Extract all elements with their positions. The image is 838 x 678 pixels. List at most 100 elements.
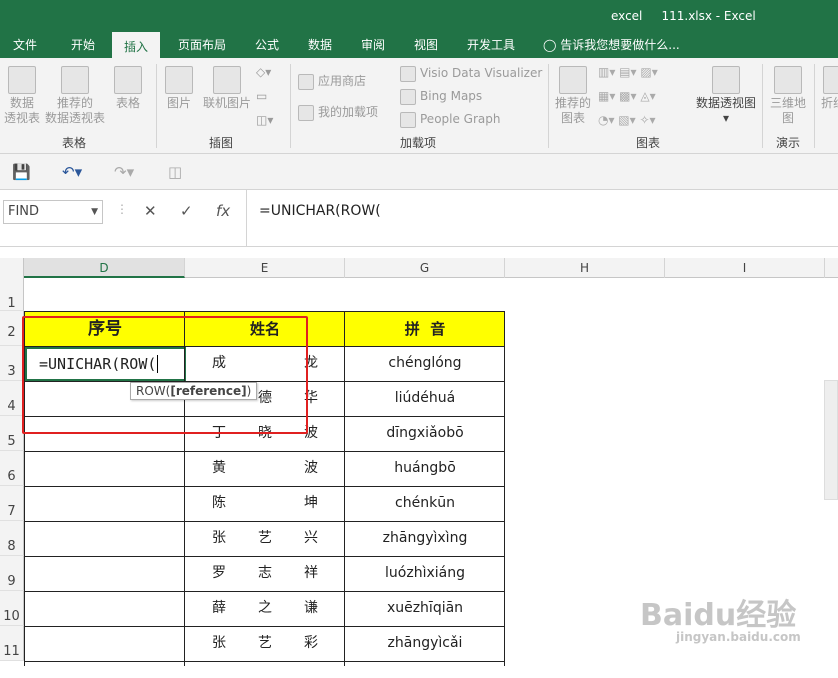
shapes-icon[interactable]: ◇▾ xyxy=(256,64,271,80)
row-header-8[interactable]: 8 xyxy=(0,521,24,556)
column-header-e[interactable]: E xyxy=(185,258,345,278)
row-header-3[interactable]: 3 xyxy=(0,346,24,381)
print-preview-icon[interactable]: ◫ xyxy=(168,162,182,182)
column-chart-icon[interactable]: ▥▾ ▤▾ ▨▾ xyxy=(598,64,658,80)
pinyin-cell[interactable]: huángbō xyxy=(345,451,505,486)
name-char-1[interactable]: 张 xyxy=(212,626,242,661)
screenshot-icon[interactable]: ◫▾ xyxy=(256,112,273,128)
insert-function-icon[interactable]: fx xyxy=(216,202,230,220)
online-picture-icon xyxy=(213,66,241,94)
cancel-icon[interactable]: ✕ xyxy=(144,202,157,220)
formula-input[interactable]: =UNICHAR(ROW( xyxy=(246,190,838,247)
name-box[interactable]: FIND ▼ xyxy=(3,200,103,224)
tab-data[interactable]: 数据 xyxy=(308,32,332,58)
name-char-1[interactable]: 陈 xyxy=(212,486,242,521)
redo-icon[interactable]: ↷▾ xyxy=(114,162,134,182)
name-char-1[interactable]: 黄 xyxy=(212,451,242,486)
recommended-pivot-button[interactable]: 推荐的 数据透视表 xyxy=(44,66,106,126)
pivot-chart-button[interactable]: 数据透视图 ▾ xyxy=(694,66,758,126)
smartart-icon[interactable]: ▭ xyxy=(256,88,267,104)
picture-button[interactable]: 图片 xyxy=(162,66,196,111)
undo-icon[interactable]: ↶▾ xyxy=(62,162,82,182)
recommended-pivot-icon xyxy=(61,66,89,94)
pinyin-cell[interactable]: zhāngyìcǎi xyxy=(345,626,505,661)
my-addins-button[interactable]: 我的加载项 xyxy=(298,104,378,121)
name-char-1[interactable]: 张 xyxy=(212,521,242,556)
column-header-g[interactable]: G xyxy=(345,258,505,278)
line-chart-icon[interactable]: ▦▾ ▩▾ ◬▾ xyxy=(598,88,656,104)
watermark-url: jingyan.baidu.com xyxy=(676,630,801,644)
name-char-3[interactable]: 龙 xyxy=(304,346,334,381)
pinyin-cell[interactable]: zhāngyìxìng xyxy=(345,521,505,556)
pinyin-cell[interactable]: chénglóng xyxy=(345,346,505,381)
visio-icon xyxy=(400,65,416,82)
name-char-1[interactable]: 薛 xyxy=(212,591,242,626)
tab-developer[interactable]: 开发工具 xyxy=(467,32,515,58)
table-button[interactable]: 表格 xyxy=(110,66,146,111)
name-char-3[interactable]: 祥 xyxy=(304,556,334,591)
side-panel-edge xyxy=(824,380,838,500)
pinyin-cell[interactable]: chénkūn xyxy=(345,486,505,521)
name-char-3[interactable]: 波 xyxy=(304,451,334,486)
bing-maps-button[interactable]: Bing Maps xyxy=(400,88,482,105)
pinyin-cell[interactable]: dīngxiǎobō xyxy=(345,416,505,451)
name-char-3[interactable]: 波 xyxy=(304,416,334,451)
tab-review[interactable]: 审阅 xyxy=(361,32,385,58)
tab-view[interactable]: 视图 xyxy=(414,32,438,58)
group-label-addins: 加载项 xyxy=(400,136,437,150)
online-picture-button[interactable]: 联机图片 xyxy=(200,66,254,111)
row-header-6[interactable]: 6 xyxy=(0,451,24,486)
pie-chart-icon[interactable]: ◔▾ ▧▾ ✧▾ xyxy=(598,112,656,128)
group-separator xyxy=(762,64,763,148)
pivot-table-button[interactable]: 数据 透视表 xyxy=(2,66,42,126)
pinyin-cell[interactable]: liúdéhuá xyxy=(345,381,505,416)
name-char-2[interactable]: 志 xyxy=(258,556,288,591)
name-char-2[interactable] xyxy=(258,451,288,486)
name-char-3[interactable]: 兴 xyxy=(304,521,334,556)
tab-file[interactable]: 文件 xyxy=(13,32,37,58)
column-header-i[interactable]: I xyxy=(665,258,825,278)
column-header-h[interactable]: H xyxy=(505,258,665,278)
tab-formulas[interactable]: 公式 xyxy=(255,32,279,58)
row-header-11[interactable]: 11 xyxy=(0,626,24,661)
row-header-7[interactable]: 7 xyxy=(0,486,24,521)
store-icon xyxy=(298,73,314,90)
3d-map-button[interactable]: 三维地 图 xyxy=(766,66,810,126)
tell-me-search[interactable]: ◯ 告诉我您想要做什么... xyxy=(543,32,680,58)
pinyin-cell[interactable]: xuēzhīqiān xyxy=(345,591,505,626)
recommended-charts-button[interactable]: 推荐的 图表 xyxy=(552,66,594,126)
tab-insert[interactable]: 插入 xyxy=(112,32,161,58)
store-button[interactable]: 应用商店 xyxy=(298,73,366,90)
name-char-2[interactable]: 之 xyxy=(258,591,288,626)
name-char-2[interactable]: 艺 xyxy=(258,521,288,556)
save-icon[interactable]: 💾 xyxy=(12,162,31,182)
name-char-3[interactable]: 华 xyxy=(304,381,334,416)
visio-button[interactable]: Visio Data Visualizer xyxy=(400,65,542,82)
row-header-5[interactable]: 5 xyxy=(0,416,24,451)
row-header-10[interactable]: 10 xyxy=(0,591,24,626)
name-char-3[interactable]: 坤 xyxy=(304,486,334,521)
name-char-3[interactable]: 彩 xyxy=(304,626,334,661)
name-char-3[interactable]: 谦 xyxy=(304,591,334,626)
row-header-1[interactable]: 1 xyxy=(0,278,24,311)
group-separator xyxy=(156,64,157,148)
name-char-1[interactable]: 罗 xyxy=(212,556,242,591)
name-char-2[interactable]: 艺 xyxy=(258,626,288,661)
formula-bar: FIND ▼ ⋮ ✕ ✓ fx =UNICHAR(ROW( xyxy=(0,190,838,247)
row-header-2[interactable]: 2 xyxy=(0,311,24,346)
select-all-corner[interactable] xyxy=(0,258,24,278)
row-header-9[interactable]: 9 xyxy=(0,556,24,591)
name-char-2[interactable] xyxy=(258,486,288,521)
sparkline-line-button[interactable]: 折线 xyxy=(818,66,838,111)
people-graph-button[interactable]: People Graph xyxy=(400,111,501,128)
tab-home[interactable]: 开始 xyxy=(71,32,95,58)
tab-page-layout[interactable]: 页面布局 xyxy=(178,32,226,58)
column-header-d[interactable]: D xyxy=(24,258,185,278)
watermark-brand: Baidu经验 xyxy=(640,598,797,633)
pinyin-cell[interactable]: luózhìxiáng xyxy=(345,556,505,591)
ribbon-tabs: 文件 开始 插入 页面布局 公式 数据 审阅 视图 开发工具 ◯ 告诉我您想要做… xyxy=(0,32,838,58)
row-header-4[interactable]: 4 xyxy=(0,381,24,416)
header-pinyin[interactable]: 拼 音 xyxy=(345,312,505,346)
annotation-highlight-box xyxy=(22,316,308,434)
enter-icon[interactable]: ✓ xyxy=(180,202,193,220)
